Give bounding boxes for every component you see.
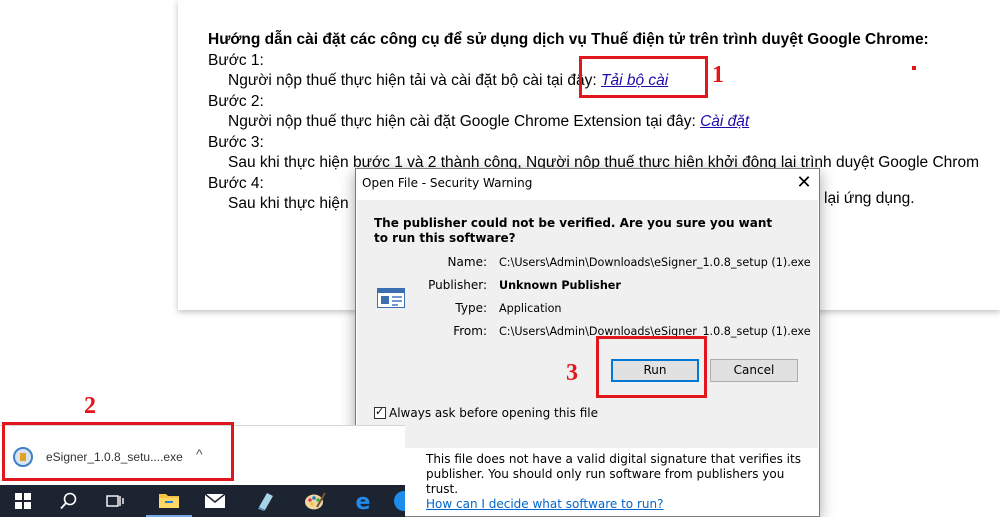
search-icon[interactable] — [46, 485, 92, 517]
task-view-icon[interactable] — [92, 485, 138, 517]
security-warning-dialog: Open File - Security Warning ✕ The publi… — [355, 168, 820, 517]
windows-start-icon[interactable] — [0, 485, 46, 517]
type-label: Type: — [455, 301, 487, 315]
windows-taskbar: e — [0, 485, 405, 517]
annotation-number-1: 1 — [712, 62, 724, 88]
name-value: C:\Users\Admin\Downloads\eSigner_1.0.8_s… — [499, 256, 811, 269]
svg-text:e: e — [356, 490, 371, 512]
publisher-value: Unknown Publisher — [499, 279, 621, 292]
dialog-titlebar: Open File - Security Warning ✕ — [356, 169, 819, 199]
red-dot-mark — [912, 66, 916, 70]
instructions-heading: Hướng dẫn cài đặt các công cụ để sử dụng… — [208, 31, 929, 48]
checkbox-checked-icon[interactable] — [374, 405, 386, 419]
mail-icon[interactable] — [192, 485, 238, 517]
type-value: Application — [499, 302, 562, 315]
from-label: From: — [453, 324, 487, 338]
close-icon[interactable]: ✕ — [789, 169, 819, 199]
help-link[interactable]: How can I decide what software to run? — [426, 497, 663, 511]
step-3-label: Bước 3: — [208, 133, 264, 151]
dialog-question: The publisher could not be verified. Are… — [374, 216, 773, 245]
dialog-title: Open File - Security Warning — [362, 176, 533, 190]
install-extension-link[interactable]: Cài đặt — [700, 113, 749, 130]
publisher-label: Publisher: — [428, 278, 487, 292]
annotation-box-1 — [579, 56, 708, 98]
annotation-box-3 — [596, 336, 707, 398]
file-explorer-icon[interactable] — [146, 485, 192, 517]
chrome-icon[interactable] — [392, 485, 405, 517]
annotation-number-3: 3 — [566, 360, 578, 386]
notepad-icon[interactable] — [242, 485, 288, 517]
annotation-number-2: 2 — [84, 393, 96, 419]
security-note: This file does not have a valid digital … — [426, 452, 801, 511]
step-4-text-tail: lại ứng dụng. — [824, 190, 915, 207]
annotation-box-2 — [2, 422, 234, 481]
cancel-button[interactable]: Cancel — [710, 359, 798, 382]
always-ask-checkbox[interactable]: Always ask before opening this file — [374, 405, 598, 420]
step-2-text: Người nộp thuế thực hiện cài đặt Google … — [228, 113, 750, 130]
paint-icon[interactable] — [292, 485, 338, 517]
edge-icon[interactable]: e — [340, 485, 386, 517]
name-label: Name: — [447, 255, 487, 269]
